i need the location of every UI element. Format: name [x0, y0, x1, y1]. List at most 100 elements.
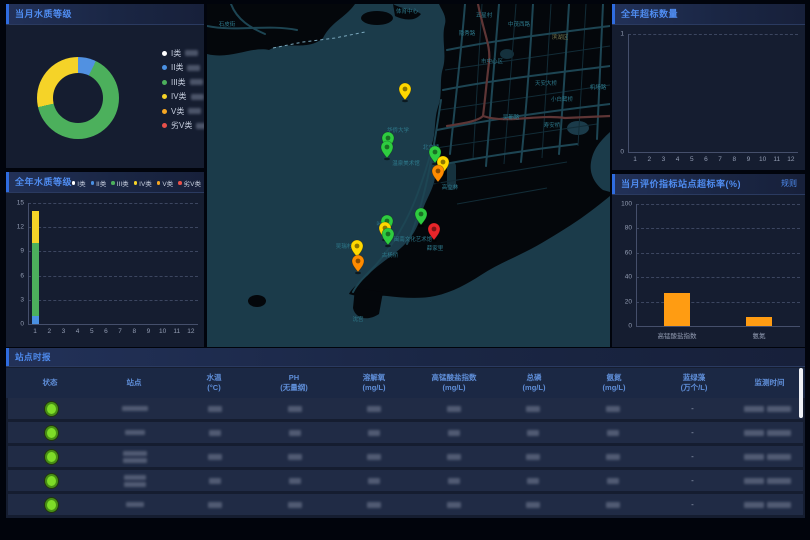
legend-dot [162, 65, 167, 70]
table-cell [414, 454, 494, 460]
pin-center [385, 145, 390, 150]
map-label: 吴都路 [503, 113, 520, 121]
gridline [636, 253, 800, 254]
y-tick-label: 40 [625, 274, 632, 281]
header-accent [6, 4, 9, 24]
y-tick-label: 3 [20, 296, 24, 303]
gridline [28, 203, 198, 204]
x-tick-label: 4 [676, 156, 680, 163]
column-header: 状态 [6, 368, 94, 398]
legend-item[interactable]: IV类 [162, 90, 204, 105]
y-axis [636, 204, 637, 326]
chlorophyll-value: - [691, 500, 694, 509]
legend-item[interactable]: III类 [162, 75, 204, 90]
table-cell [334, 502, 414, 508]
gridline [636, 228, 800, 229]
x-tick-label: 6 [704, 156, 708, 163]
x-tick-label: 11 [773, 156, 780, 163]
table-cell [494, 502, 574, 508]
status-indicator [45, 426, 58, 440]
table-cell [96, 451, 176, 463]
redacted-value [288, 454, 302, 460]
table-row[interactable]: - [8, 446, 803, 467]
table-cell [96, 430, 176, 435]
legend-label: II类 [171, 62, 183, 73]
redacted-value [448, 430, 460, 436]
column-label: 监测时间 [755, 378, 785, 388]
status-indicator [45, 402, 58, 416]
pin-center [419, 212, 424, 217]
table-cell [414, 478, 494, 484]
redacted-value [208, 454, 222, 460]
table-row[interactable]: - [8, 494, 803, 515]
redacted-date [744, 502, 764, 508]
map-label: 滨湖区 [552, 33, 569, 41]
table-row[interactable]: - [8, 470, 803, 491]
redacted-time [767, 406, 791, 412]
column-unit: (无量纲) [280, 383, 308, 393]
y-tick-label: 0 [628, 323, 632, 330]
y-axis [28, 203, 29, 324]
table-cell [8, 450, 96, 464]
x-axis [28, 324, 198, 325]
bar-segment [32, 211, 39, 243]
legend-item[interactable]: 劣V类 [162, 119, 204, 134]
map-canvas[interactable]: 石皮街体育中心隐秀路中茂西路五星村滨湖区市中心区天安大桥机场路小白鹭桥吴都路寿安… [207, 4, 610, 347]
table-cell [255, 454, 335, 460]
x-tick-label: 2 [47, 328, 51, 335]
map-panel[interactable]: 石皮街体育中心隐秀路中茂西路五星村滨湖区市中心区天安大桥机场路小白鹭桥吴都路寿安… [207, 4, 610, 347]
redacted-value [606, 502, 620, 508]
panel-exceed-rate: 当月评价指标站点超标率(%) 规则 020406080100高锰酸盐指数氨氮 [612, 174, 805, 347]
redacted-time [767, 430, 791, 436]
redacted-station [123, 458, 147, 463]
gridline [28, 251, 198, 252]
panel-header: 当月水质等级 [6, 4, 204, 25]
table-cell [96, 406, 176, 411]
redacted-value [289, 430, 301, 436]
y-tick-label: 60 [625, 249, 632, 256]
table-cell [255, 502, 335, 508]
column-unit: (万个/L) [681, 383, 708, 393]
table-row[interactable]: - [8, 398, 803, 419]
legend-dot [162, 109, 167, 114]
map-label: 石皮街 [219, 20, 236, 28]
table-cell [732, 430, 803, 436]
chlorophyll-value: - [691, 452, 694, 461]
column-unit: (mg/L) [603, 383, 626, 393]
x-tick-label: 氨氮 [753, 330, 766, 340]
table-cell [175, 478, 255, 484]
column-header: 高锰酸盐指数(mg/L) [414, 368, 494, 398]
column-label: 蓝绿藻 [683, 373, 706, 383]
x-tick-label: 2 [647, 156, 651, 163]
legend-item[interactable]: V类 [162, 104, 204, 119]
redacted-value [288, 406, 302, 412]
column-label: 氨氮 [607, 373, 622, 383]
gridline [28, 300, 198, 301]
table-cell [96, 475, 176, 487]
table-row[interactable]: - [8, 422, 803, 443]
column-unit: (mg/L) [523, 383, 546, 393]
chlorophyll-value: - [691, 476, 694, 485]
y-tick-label: 15 [17, 200, 24, 207]
legend-item[interactable]: II类 [162, 61, 204, 76]
column-header: 溶解氧(mg/L) [334, 368, 414, 398]
redacted-value [208, 502, 222, 508]
table-cell [732, 454, 803, 460]
column-header: 氨氮(mg/L) [574, 368, 654, 398]
table-cell [573, 430, 653, 436]
table-cell [494, 478, 574, 484]
map-label: 闽南文化艺术馆 [394, 235, 433, 243]
redacted-value [526, 502, 540, 508]
legend-item[interactable]: I类 [162, 46, 204, 61]
x-tick-label: 12 [787, 156, 794, 163]
table-scrollbar[interactable] [799, 368, 803, 418]
redacted-value [607, 478, 619, 484]
column-label: 站点 [127, 378, 142, 388]
map-label: 沈宫 [352, 315, 364, 323]
map-label: 寿安桥 [544, 121, 561, 129]
x-tick-label: 7 [718, 156, 722, 163]
x-tick-label: 11 [173, 328, 180, 335]
panel-annual-exceed: 全年超标数量 01123456789101112 [612, 4, 805, 170]
column-header: 站点 [94, 368, 174, 398]
gridline [28, 276, 198, 277]
